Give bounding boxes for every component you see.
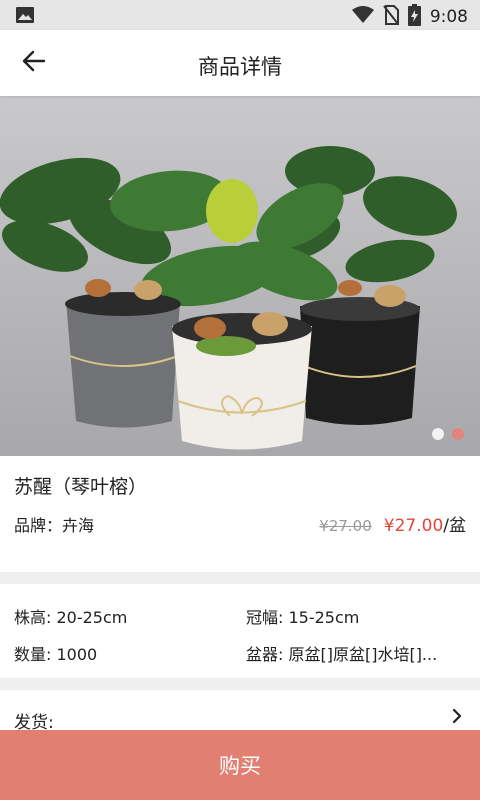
spec-pot: 盆器: 原盆[]原盆[]水培[]... xyxy=(246,645,438,664)
spec-crown: 冠幅: 15-25cm xyxy=(246,608,360,627)
current-price: ¥27.00 xyxy=(383,516,444,536)
no-sim-icon xyxy=(383,5,399,29)
product-brand: 品牌：卉海 xyxy=(14,516,95,535)
product-specs: 株高: 20-25cm 冠幅: 15-25cm 数量: 1000 盆器: 原盆[… xyxy=(0,584,480,678)
original-price: ¥27.00 xyxy=(319,517,372,535)
gallery-notification-icon xyxy=(16,7,34,27)
product-info: 苏醒（琴叶榕） 品牌：卉海 ¥27.00 ¥27.00 /盆 xyxy=(0,456,480,572)
status-bar: 9:08 xyxy=(0,0,480,30)
section-divider xyxy=(0,678,480,690)
product-image xyxy=(0,96,480,456)
chevron-right-icon xyxy=(452,708,462,728)
carousel-indicators xyxy=(432,428,464,440)
battery-icon xyxy=(407,4,421,30)
carousel-dot[interactable] xyxy=(432,428,444,440)
price-unit: /盆 xyxy=(443,516,466,536)
price-box: ¥27.00 ¥27.00 /盆 xyxy=(319,511,466,536)
product-name: 苏醒（琴叶榕） xyxy=(14,476,148,498)
product-image-carousel[interactable] xyxy=(0,96,480,456)
buy-button[interactable]: 购买 xyxy=(0,730,480,800)
section-divider xyxy=(0,572,480,584)
app-bar: 商品详情 xyxy=(0,30,480,96)
carousel-dot-active[interactable] xyxy=(452,428,464,440)
spec-height: 株高: 20-25cm xyxy=(14,608,128,627)
page-title: 商品详情 xyxy=(198,55,282,79)
spec-quantity: 数量: 1000 xyxy=(14,645,98,664)
wifi-icon xyxy=(351,6,374,28)
status-time: 9:08 xyxy=(429,7,468,27)
